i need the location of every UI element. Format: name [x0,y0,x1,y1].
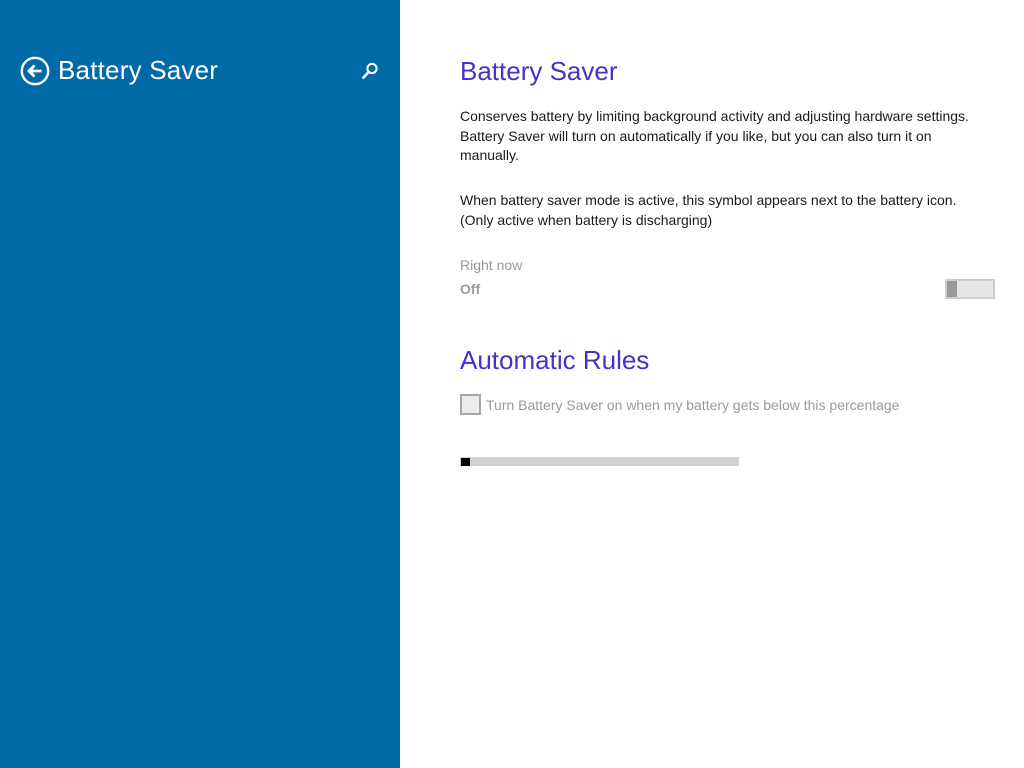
toggle-header: Right now [460,257,523,273]
symbol-note-text: When battery saver mode is active, this … [460,192,957,228]
slider-track [460,457,739,466]
automatic-rules-title: Automatic Rules [460,345,650,375]
battery-percentage-slider[interactable] [460,457,739,466]
search-button[interactable] [360,61,380,81]
auto-turn-on-label[interactable]: Turn Battery Saver on when my battery ge… [486,396,899,414]
sidebar-title: Battery Saver [58,55,219,85]
page-title: Battery Saver [460,56,618,86]
sidebar: Battery Saver [0,0,400,768]
auto-turn-on-checkbox[interactable] [460,394,481,415]
battery-saver-toggle[interactable] [945,279,995,299]
toggle-thumb [947,281,957,297]
slider-thumb[interactable] [461,458,470,466]
back-button[interactable] [20,56,50,86]
main-content: Battery Saver Conserves battery by limit… [400,0,1024,768]
battery-saver-window: Battery Saver Battery Saver Conserves ba… [0,0,1024,768]
toggle-state-label: Off [460,281,481,297]
search-icon [361,62,378,80]
back-arrow-circle-icon [20,56,50,86]
description-text: Conserves battery by limiting background… [460,108,969,163]
